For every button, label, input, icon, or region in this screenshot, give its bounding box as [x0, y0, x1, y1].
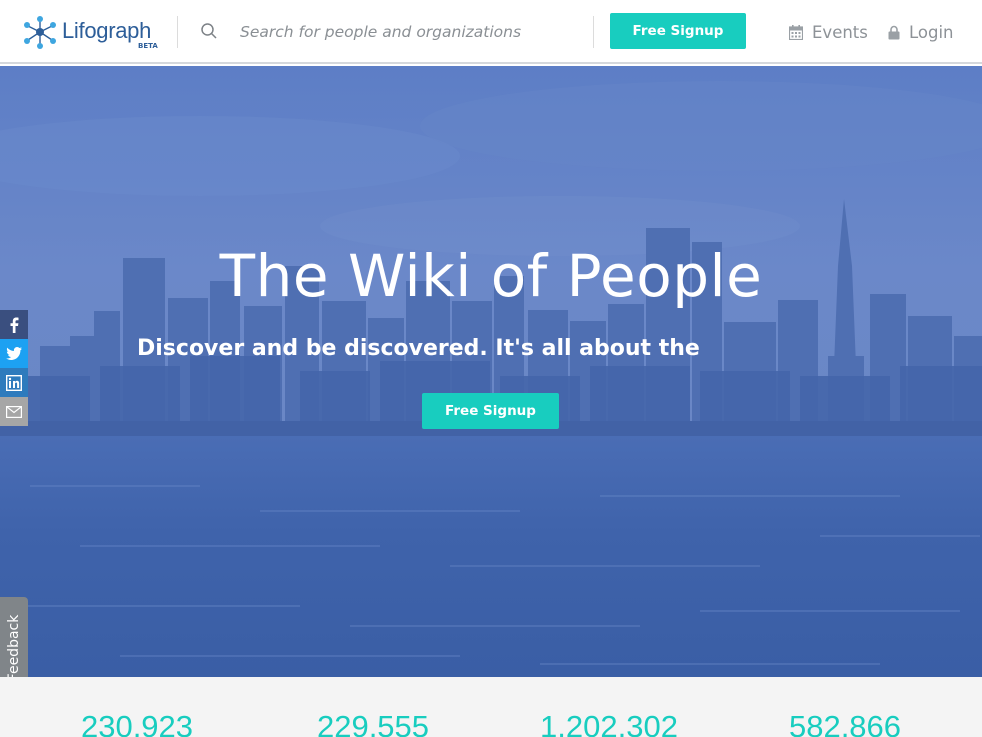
linkedin-icon — [6, 374, 22, 391]
top-header: Lifograph BETA Free Signup Events Login — [0, 0, 982, 64]
stat-value: 1,202,302 — [540, 709, 678, 737]
lifograph-logo[interactable]: Lifograph BETA — [20, 12, 160, 52]
nav-login-link[interactable]: Login — [888, 20, 954, 44]
beta-badge: BETA — [138, 42, 158, 50]
stat-value: 230,923 — [80, 709, 194, 737]
header-divider-right — [593, 16, 594, 48]
twitter-icon — [6, 347, 22, 360]
stat-value: 582,866 — [788, 709, 902, 737]
nav-events-link[interactable]: Events — [789, 20, 868, 44]
mail-icon — [6, 405, 22, 418]
stats-section: 230,923 229,555 1,202,302 582,866 — [0, 677, 982, 737]
hero-section: The Wiki of People Discover and be disco… — [0, 66, 982, 677]
header-free-signup-button[interactable]: Free Signup — [610, 13, 746, 49]
hero-title: The Wiki of People — [219, 242, 763, 310]
hero-subtitle: Discover and be discovered. It's all abo… — [137, 336, 700, 361]
search-icon[interactable] — [200, 22, 218, 40]
calendar-icon — [789, 24, 803, 40]
twitter-share-button[interactable] — [0, 339, 28, 368]
search-input[interactable] — [234, 16, 554, 48]
city-skyline-background — [0, 66, 982, 677]
logo-text: Lifograph — [62, 18, 152, 43]
facebook-share-button[interactable] — [0, 310, 28, 339]
header-divider — [177, 16, 178, 48]
hero-free-signup-button[interactable]: Free Signup — [422, 393, 559, 429]
network-logo-icon — [24, 16, 56, 49]
nav-events-label: Events — [812, 22, 868, 42]
email-share-button[interactable] — [0, 397, 28, 426]
linkedin-share-button[interactable] — [0, 368, 28, 397]
nav-login-label: Login — [909, 22, 954, 42]
stat-value: 229,555 — [316, 709, 430, 737]
feedback-label: Feedback — [6, 614, 22, 681]
lock-icon — [888, 25, 900, 39]
facebook-icon — [10, 317, 19, 333]
